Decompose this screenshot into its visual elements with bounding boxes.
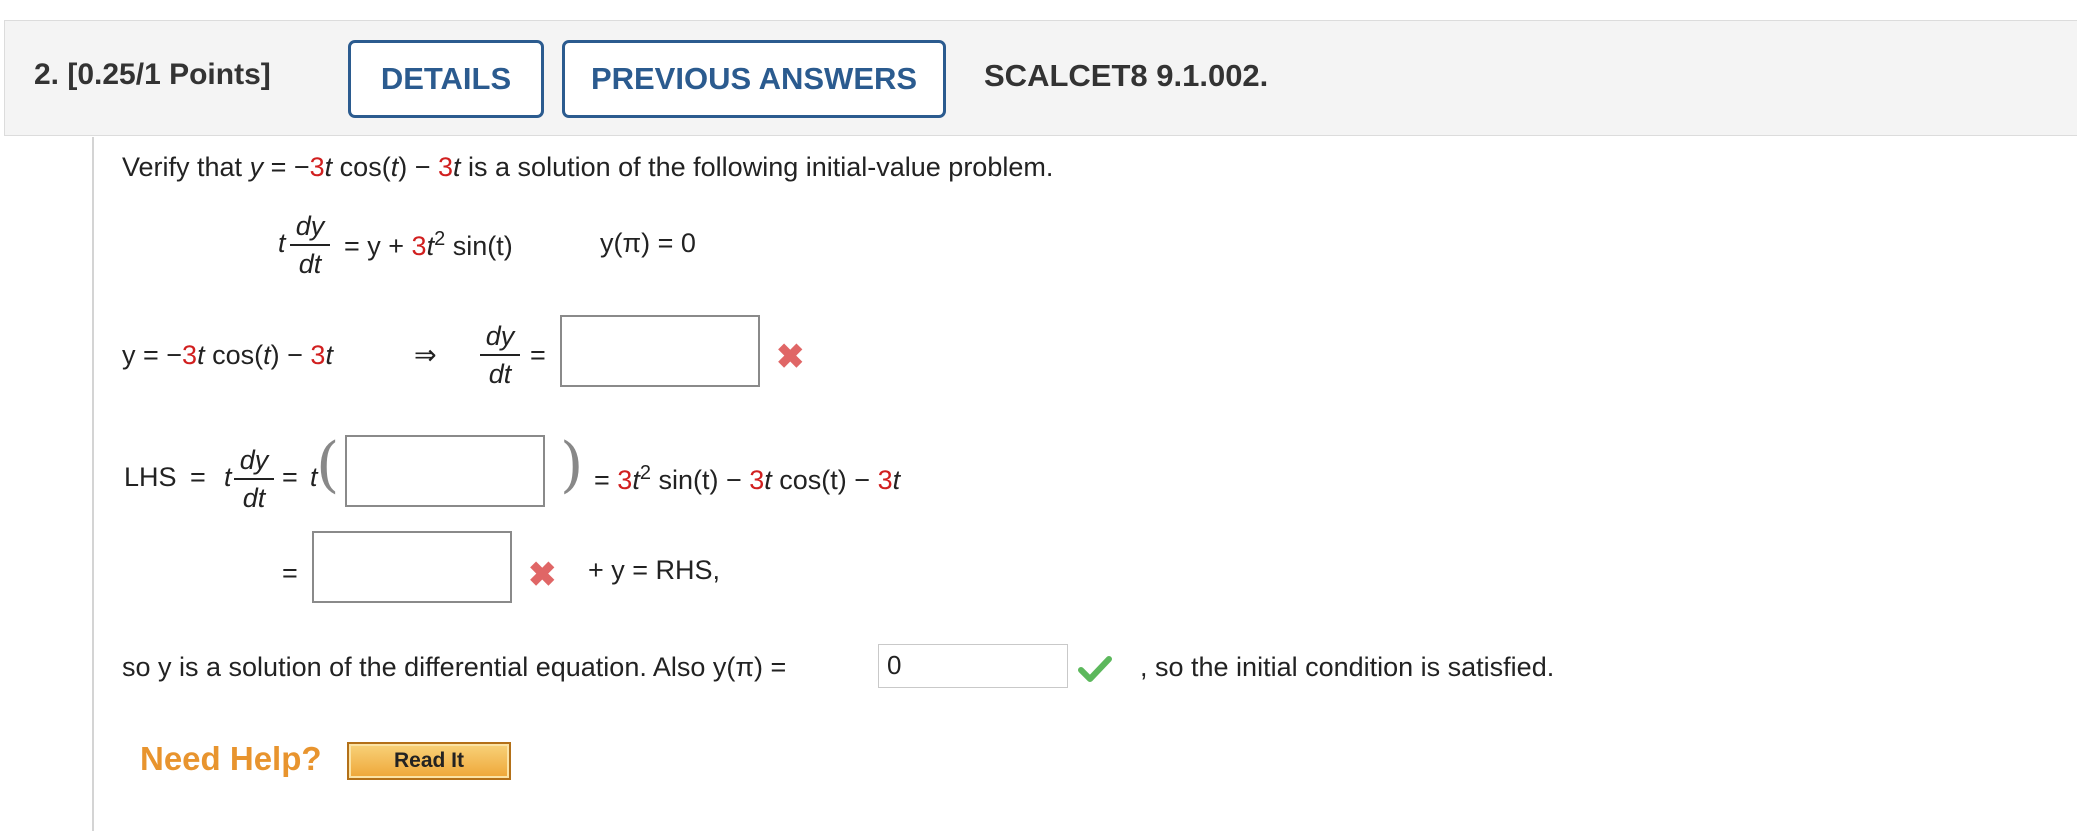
step2-dy: dy — [239, 445, 269, 475]
ode-dy: dy — [295, 211, 325, 241]
conclusion-prefix: so y is a solution of the differential e… — [122, 652, 787, 682]
step1-eq: = — [530, 340, 546, 370]
wrong-x-icon: ✖ — [528, 556, 557, 594]
conclusion-suffix: , so the initial condition is satisfied. — [1140, 652, 1555, 682]
details-button[interactable]: DETAILS — [348, 40, 544, 118]
lhs-label: LHS — [124, 462, 177, 492]
step2-coef-2: 3 — [749, 465, 765, 495]
step1-t-3: t — [325, 340, 333, 370]
step3-eq: = — [282, 558, 298, 588]
step2-rhs: = 3t2 sin(t) − 3t cos(t) − 3t — [594, 462, 901, 495]
intro-text: Verify that y = −3t cos(t) − 3t is a sol… — [122, 152, 1053, 183]
step2-t-3: t — [892, 465, 901, 495]
ode-rhs: = y + 3t2 sin(t) — [344, 228, 513, 261]
ode-t: t — [278, 228, 286, 258]
step2-sin: sin(t) − — [650, 465, 750, 495]
correct-check-icon — [1078, 656, 1112, 682]
step2-coef-1: 3 — [617, 465, 633, 495]
step2-eq-2: = — [282, 462, 298, 492]
derivative-input[interactable] — [560, 315, 760, 387]
step1-lhs: y = −3t cos(t) − 3t — [122, 340, 333, 371]
content-border — [92, 137, 94, 831]
intro-close: ) — [398, 152, 408, 182]
step1-dy: dy — [485, 321, 515, 351]
rhs-input[interactable] — [312, 531, 512, 603]
step1-cos: cos( — [204, 340, 264, 370]
step1-close: ) — [270, 340, 280, 370]
ode-dt: dt — [298, 249, 322, 279]
step2-coef-3: 3 — [877, 465, 893, 495]
open-paren: ( — [316, 430, 340, 500]
step1-y-eq: y = − — [122, 340, 183, 370]
step2-t-sq: t — [632, 465, 640, 495]
step1-t-1: t — [197, 340, 205, 370]
intro-y: y — [249, 152, 264, 182]
step2-dt: dt — [242, 483, 266, 513]
step1-minus: − — [279, 340, 311, 370]
ode-rhs-text: = y + — [344, 231, 412, 261]
step1-t-2: t — [263, 340, 271, 370]
intro-coef-2: 3 — [437, 152, 454, 182]
wrong-x-icon: ✖ — [776, 338, 805, 376]
intro-suffix: is a solution of the following initial-v… — [460, 152, 1054, 182]
question-number-points: 2. [0.25/1 Points] — [34, 58, 271, 91]
intro-coef-1: 3 — [309, 152, 325, 182]
ode-fraction: dy dt — [290, 210, 330, 280]
step2-eq-1: = — [190, 462, 206, 492]
intro-cos: cos( — [332, 152, 391, 182]
step1-coef-2: 3 — [310, 340, 326, 370]
implies-arrow: ⇒ — [414, 340, 437, 371]
previous-answers-button[interactable]: PREVIOUS ANSWERS — [562, 40, 946, 118]
step1-coef-1: 3 — [182, 340, 198, 370]
step2-rhs-eq: = — [594, 465, 618, 495]
intro-prefix: Verify that — [122, 152, 250, 182]
intro-minus: − — [407, 152, 438, 182]
step2-cos: cos(t) − — [771, 465, 878, 495]
step1-dt: dt — [488, 359, 512, 389]
step1-fraction: dy dt — [480, 320, 520, 390]
initial-value-input[interactable]: 0 — [878, 644, 1068, 688]
step2-fraction: dy dt — [234, 444, 274, 514]
read-it-button[interactable]: Read It — [347, 742, 511, 780]
close-paren: ) — [560, 430, 584, 500]
initial-condition: y(π) = 0 — [600, 228, 696, 258]
step2-t: t — [224, 462, 232, 492]
intro-eq: = − — [263, 152, 310, 182]
need-help-label: Need Help? — [140, 740, 322, 777]
plus-y-rhs: + y = RHS, — [588, 555, 721, 585]
intro-t-3: t — [453, 152, 461, 182]
question-reference: SCALCET8 9.1.002. — [984, 58, 1269, 93]
step2-t-2: t — [764, 465, 772, 495]
ode-sin: sin(t) — [445, 231, 513, 261]
ode-coef: 3 — [411, 231, 427, 261]
lhs-inner-input[interactable] — [345, 435, 545, 507]
ode-t-squared: t — [426, 231, 435, 261]
